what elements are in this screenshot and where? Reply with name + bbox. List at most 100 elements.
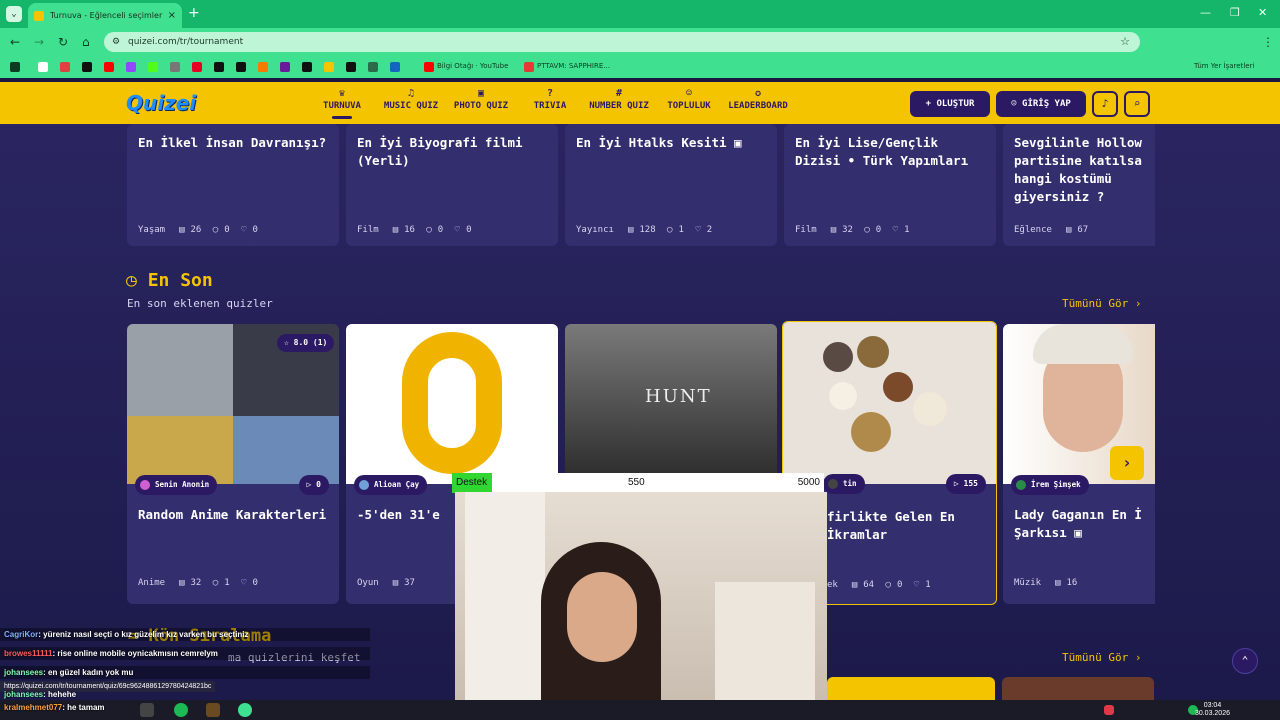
bookmark-icon[interactable] [60, 62, 70, 72]
card-meta: Film ▤ 32 ◯ 0 ♡ 1 [795, 225, 915, 235]
taskbar-app-icon[interactable] [206, 703, 220, 717]
chat-username: johansees [4, 690, 44, 699]
nav-music-quiz[interactable]: ♫ MUSIC QUIZ [380, 88, 442, 111]
carousel-next-button[interactable]: › [1110, 446, 1144, 480]
user-icon: ☺ [1011, 99, 1023, 109]
new-tab-icon[interactable]: + [188, 5, 200, 21]
bookmark-icon[interactable] [390, 62, 400, 72]
google-icon[interactable] [38, 62, 48, 72]
comment-count: 0 [875, 225, 882, 235]
menu-kebab-icon[interactable]: ⋮ [1262, 35, 1274, 49]
taskbar-clock[interactable]: 03:04 30.03.2026 [1195, 702, 1230, 718]
bookmark-star-icon[interactable]: ☆ [1120, 32, 1130, 52]
bookmark-icon[interactable] [258, 62, 268, 72]
site-info-icon[interactable]: ⚙ [112, 32, 120, 52]
bookmark-youtube[interactable]: Bilgi Otağı · YouTube [437, 62, 508, 70]
nav-leaderboard[interactable]: ✪ LEADERBOARD [724, 88, 792, 111]
close-tab-icon[interactable]: × [168, 10, 176, 21]
bookmark-icon[interactable] [280, 62, 290, 72]
author-chip[interactable]: İrem Şimşek [1011, 475, 1089, 495]
section-title-latest: ◷ En Son [126, 270, 213, 291]
trophy-icon: ♛ [338, 88, 346, 99]
minimize-icon[interactable]: — [1200, 6, 1211, 19]
chat-username: kralmehmet077 [4, 703, 63, 712]
see-all-latest-link[interactable]: Tümünü Gör › [1062, 297, 1141, 310]
forward-icon[interactable]: → [34, 35, 44, 49]
quiz-card[interactable]: En İyi Biyografi filmi (Yerli) Film ▤ 16 ◯… [346, 124, 558, 246]
chrome-icon[interactable] [238, 703, 252, 717]
maximize-icon[interactable]: ❐ [1230, 6, 1240, 19]
author-chip[interactable]: tin [823, 474, 865, 494]
nav-number-quiz[interactable]: # NUMBER QUIZ [586, 88, 652, 111]
spotify-icon[interactable] [174, 703, 188, 717]
taskbar-app-icon[interactable] [140, 703, 154, 717]
youtube-icon[interactable] [104, 62, 114, 72]
webcam-chair [715, 582, 815, 702]
category-label: Film [357, 225, 379, 235]
nav-trivia[interactable]: ? TRIVIA [528, 88, 572, 111]
users-icon: ☺ [685, 88, 693, 99]
scroll-to-top-button[interactable]: ⌃ [1232, 648, 1258, 674]
twitch-icon[interactable] [126, 62, 136, 72]
card-meta: ek ▤ 64 ◯ 0 ♡ 1 [827, 580, 937, 590]
count-icon: ▤ [851, 580, 858, 590]
like-count: 1 [925, 580, 931, 590]
like-count: 1 [904, 225, 910, 235]
x-icon[interactable] [82, 62, 92, 72]
quiz-card[interactable]: ☆ 8.0 (1) Senin Anonin ▷ 0 Random Anime … [127, 324, 339, 604]
chat-message: browes11111: rise online mobile oynicakm… [0, 647, 370, 660]
nav-topluluk[interactable]: ☺ TOPLULUK [664, 88, 714, 111]
quiz-card[interactable]: Sevgilinle Hollow partisine katılsa hang… [1003, 124, 1155, 246]
ranking-card-thumbnail[interactable] [827, 677, 995, 700]
item-count: 37 [404, 578, 415, 588]
bookmark-icon[interactable] [236, 62, 246, 72]
comment-icon: ◯ [426, 225, 432, 235]
bookmark-icon[interactable] [324, 62, 334, 72]
comment-count: 0 [224, 225, 230, 235]
chat-message: johansees: en güzel kadın yok mu [0, 666, 370, 679]
ranking-card-thumbnail[interactable] [1002, 677, 1154, 700]
play-icon: ▷ [306, 480, 317, 489]
quiz-card[interactable]: En İyi Htalks Kesiti ▣ Yayıncı ▤ 128 ◯ 1 ♡ 2 [565, 124, 777, 246]
nav-photo-quiz[interactable]: ▣ PHOTO QUIZ [450, 88, 512, 111]
kick-icon[interactable] [148, 62, 158, 72]
heart-icon: ♡ [241, 225, 247, 235]
see-all-ranking-link[interactable]: Tümünü Gör › [1062, 651, 1141, 664]
back-icon[interactable]: ← [10, 35, 20, 49]
nav-turnuva[interactable]: ♛ TURNUVA [318, 88, 366, 119]
comment-count: 1 [224, 578, 230, 588]
card-title: En İyi Htalks Kesiti ▣ [576, 135, 742, 150]
bookmark-icon[interactable] [346, 62, 356, 72]
author-chip[interactable]: Senin Anonin [135, 475, 218, 495]
like-count: 0 [252, 578, 258, 588]
create-button[interactable]: + OLUŞTUR [910, 91, 990, 117]
browser-tab[interactable]: Turnuva - Eğlenceli seçimler ya × [28, 3, 182, 28]
bookmark-icon[interactable] [214, 62, 224, 72]
quiz-card[interactable]: En İlkel İnsan Davranışı? Yaşam ▤ 26 ◯ 0 ♡ 0 [127, 124, 339, 246]
bookmark-icon[interactable] [368, 62, 378, 72]
address-bar[interactable]: ⚙ quizei.com/tr/tournament ☆ [104, 32, 1140, 52]
heart-icon: ♡ [241, 578, 247, 588]
notification-bell-icon[interactable]: ♪ [1092, 91, 1118, 117]
reload-icon[interactable]: ↻ [58, 35, 68, 49]
quiz-card[interactable]: En İyi Lise/Gençlik Dizisi • Türk Yapıml… [784, 124, 996, 246]
login-button[interactable]: ☺ GİRİŞ YAP [996, 91, 1086, 117]
search-icon[interactable]: ⌕ [1124, 91, 1150, 117]
tab-search-icon[interactable]: ⌄ [6, 6, 22, 22]
heart-icon: ♡ [454, 225, 461, 235]
play-count: 0 [316, 480, 321, 489]
home-icon[interactable]: ⌂ [82, 35, 90, 49]
site-logo[interactable]: Quizei [126, 91, 196, 115]
rating-badge: ☆ 8.0 (1) [277, 334, 335, 352]
close-window-icon[interactable]: ✕ [1258, 6, 1267, 19]
author-chip[interactable]: Alioan Çay [354, 475, 428, 495]
bookmark-pttavm[interactable]: PTTAVM: SAPPHIRE... [537, 62, 610, 70]
all-bookmarks[interactable]: Tüm Yer İşaretleri [1194, 62, 1254, 70]
play-count-badge: ▷ 155 [945, 474, 986, 494]
apps-grid-icon[interactable] [10, 62, 20, 72]
bookmark-icon[interactable] [302, 62, 312, 72]
tray-icon[interactable] [1104, 705, 1114, 715]
bookmark-icon[interactable] [170, 62, 180, 72]
pinterest-icon[interactable] [192, 62, 202, 72]
clock-time: 03:04 [1203, 702, 1222, 709]
